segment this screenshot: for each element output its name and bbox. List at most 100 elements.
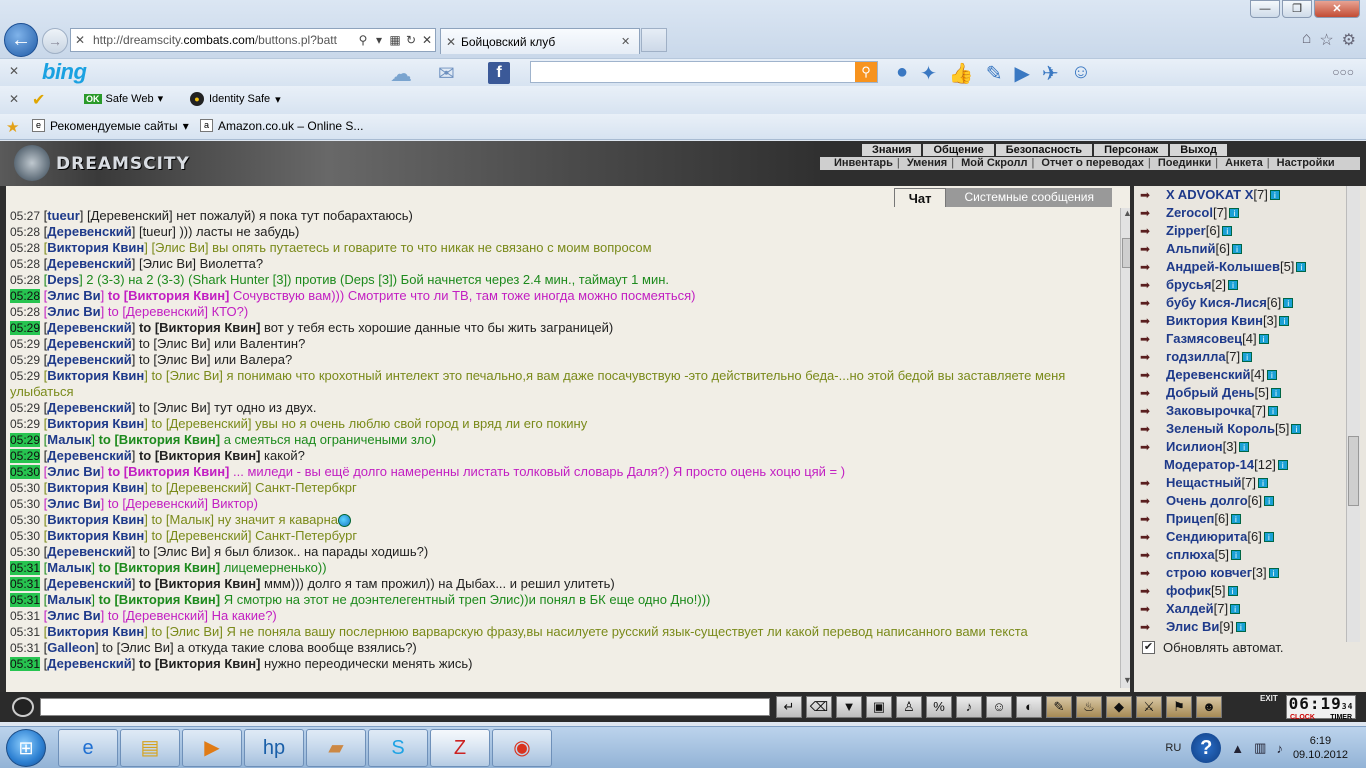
chat-timestamp[interactable]: 05:31 (10, 593, 41, 607)
submenu-skills[interactable]: Умения (905, 157, 949, 169)
info-icon[interactable]: i (1269, 190, 1280, 200)
sound-icon[interactable]: ♪ (956, 696, 982, 718)
chat-mode-icon[interactable] (12, 697, 34, 717)
info-icon[interactable]: i (1279, 316, 1290, 326)
forward-button[interactable]: → (42, 28, 68, 54)
chat-recipient[interactable]: to [Элис Ви] (151, 624, 222, 639)
chat-message-input[interactable] (40, 698, 770, 716)
info-icon[interactable]: i (1231, 550, 1242, 560)
online-user-nick[interactable]: Zerocol (1166, 204, 1213, 222)
chat-recipient[interactable]: to [Деревенский] (151, 528, 251, 543)
online-user-nick[interactable]: Нещастный (1166, 474, 1242, 492)
close-toolbar-icon[interactable]: ✕ (9, 92, 19, 106)
chat-recipient[interactable]: to [Виктория Квин] (139, 656, 260, 671)
online-user-nick[interactable]: брусья (1166, 276, 1212, 294)
chat-nick[interactable]: Деревенский (47, 336, 131, 351)
online-user[interactable]: ➡ Исилион [3] i (1140, 438, 1340, 456)
private-message-icon[interactable]: ➡ (1140, 330, 1166, 348)
close-window-button[interactable]: ✕ (1314, 0, 1360, 18)
chat-recipient[interactable]: to [Элис Ви] (139, 544, 210, 559)
helmet-icon[interactable]: ◐ (1016, 696, 1042, 718)
chat-timestamp[interactable]: 05:30 (10, 529, 40, 543)
person-icon[interactable]: ♙ (896, 696, 922, 718)
chat-timestamp[interactable]: 05:29 (10, 417, 40, 431)
dropdown-arrow-icon[interactable]: ▾ (371, 33, 387, 47)
tab-combats[interactable]: ✕ Бойцовский клуб ✕ (440, 28, 640, 54)
stop-icon[interactable]: ✕ (419, 33, 435, 47)
help-icon[interactable]: ? (1191, 733, 1222, 763)
chat-recipient[interactable]: to [Виктория Квин] (139, 448, 260, 463)
checkbox-checked-icon[interactable]: ✔ (1142, 641, 1155, 654)
private-message-icon[interactable]: ➡ (1140, 222, 1166, 240)
info-icon[interactable]: i (1222, 226, 1233, 236)
info-icon[interactable]: i (1266, 370, 1277, 380)
online-user[interactable]: ➡ X ADVOKAT X [7] i (1140, 186, 1340, 204)
maximize-button[interactable]: ❐ (1282, 0, 1312, 18)
chat-timestamp[interactable]: 05:27 (10, 209, 40, 223)
private-message-icon[interactable]: ➡ (1140, 402, 1166, 420)
online-user[interactable]: ➡ Zerocol [7] i (1140, 204, 1340, 222)
chat-timestamp[interactable]: 05:29 (10, 401, 40, 415)
chat-timestamp[interactable]: 05:29 (10, 449, 41, 463)
chat-nick[interactable]: Малык (47, 432, 91, 447)
private-message-icon[interactable]: ➡ (1140, 240, 1166, 258)
info-icon[interactable]: i (1230, 514, 1241, 524)
chat-nick[interactable]: Виктория Квин (47, 368, 144, 383)
chat-recipient[interactable]: to [Виктория Квин] (99, 560, 220, 575)
online-user-nick[interactable]: Модератор-14 (1164, 456, 1254, 474)
chat-recipient[interactable]: [Элис Ви] (151, 240, 208, 255)
online-user[interactable]: ➡ Газмясовец [4] i (1140, 330, 1340, 348)
private-message-icon[interactable]: ➡ (1140, 528, 1166, 546)
info-icon[interactable]: i (1242, 352, 1253, 362)
chat-nick[interactable]: Виктория Квин (47, 240, 144, 255)
private-message-icon[interactable]: ➡ (1140, 312, 1166, 330)
chat-recipient[interactable]: to [Деревенский] (151, 416, 251, 431)
online-user-nick[interactable]: Сендиюрита (1166, 528, 1247, 546)
private-message-icon[interactable]: ➡ (1140, 618, 1166, 636)
chat-timestamp[interactable]: 05:28 (10, 225, 40, 239)
online-user[interactable]: Модератор-14 [12] i (1140, 456, 1340, 474)
language-indicator[interactable]: RU (1165, 742, 1181, 754)
settings-gear-icon[interactable]: ⚙ (1342, 30, 1356, 50)
smiley-icon[interactable]: ☺ (986, 696, 1012, 718)
private-message-icon[interactable]: ➡ (1140, 546, 1166, 564)
online-user-nick[interactable]: фофик (1166, 582, 1211, 600)
submenu-profile[interactable]: Анкета (1223, 157, 1265, 169)
hp-icon[interactable]: hp (244, 729, 304, 767)
skype-icon[interactable]: S (368, 729, 428, 767)
online-user-nick[interactable]: Добрый День (1166, 384, 1255, 402)
chat-nick[interactable]: Galleon (47, 640, 95, 655)
private-message-icon[interactable]: ➡ (1140, 582, 1166, 600)
online-user[interactable]: ➡ Деревенский [4] i (1140, 366, 1340, 384)
search-icon[interactable]: ⚲ (355, 33, 371, 47)
send-icon[interactable]: ↵ (776, 696, 802, 718)
chat-nick[interactable]: Элис Ви (47, 464, 100, 479)
online-user[interactable]: ➡ Виктория Квин [3] i (1140, 312, 1340, 330)
tab-chat[interactable]: Чат (893, 188, 947, 207)
private-message-icon[interactable]: ➡ (1140, 366, 1166, 384)
scroll-thumb[interactable] (1122, 238, 1130, 268)
chat-recipient[interactable]: to [Виктория Квин] (99, 592, 220, 607)
online-user-nick[interactable]: Исилион (1166, 438, 1223, 456)
system-clock[interactable]: 6:19 09.10.2012 (1293, 734, 1348, 762)
chat-nick[interactable]: Деревенский (47, 256, 131, 271)
chat-nick[interactable]: Деревенский (47, 320, 131, 335)
close-toolbar-icon[interactable]: ✕ (9, 64, 19, 78)
private-message-icon[interactable]: ➡ (1140, 384, 1166, 402)
armory-icon[interactable]: ⚔ (1136, 696, 1162, 718)
info-icon[interactable]: i (1239, 442, 1250, 452)
submenu-settings[interactable]: Настройки (1275, 157, 1337, 169)
search-icon[interactable]: ⚲ (855, 62, 877, 82)
minimize-button[interactable]: — (1250, 0, 1280, 18)
online-user-nick[interactable]: X ADVOKAT X (1166, 186, 1253, 204)
chat-timestamp[interactable]: 05:29 (10, 353, 40, 367)
info-icon[interactable]: i (1271, 388, 1281, 398)
chat-nick[interactable]: Деревенский (47, 400, 131, 415)
clan-icon[interactable]: ⚑ (1166, 696, 1192, 718)
chat-timestamp[interactable]: 05:31 (10, 577, 41, 591)
private-message-icon[interactable]: ➡ (1140, 564, 1166, 582)
chat-nick[interactable]: Элис Ви (47, 608, 100, 623)
chat-timestamp[interactable]: 05:30 (10, 497, 40, 511)
chrome-icon[interactable]: ◉ (492, 729, 552, 767)
facebook-icon[interactable]: f (488, 62, 510, 84)
